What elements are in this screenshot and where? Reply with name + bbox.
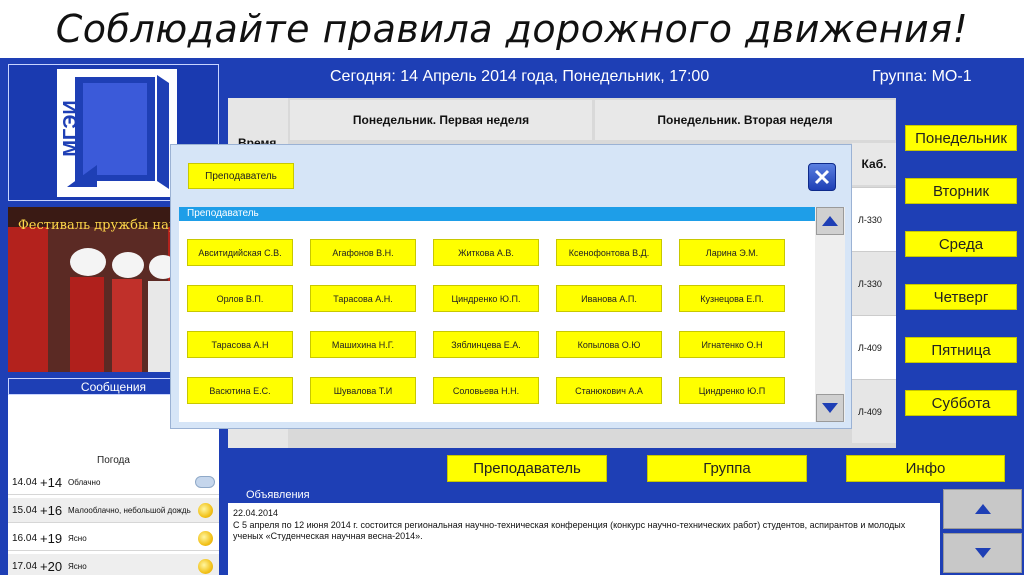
week1-header: Понедельник. Первая неделя — [290, 100, 592, 140]
teacher-list-scroll-up-button[interactable] — [816, 207, 844, 235]
weather-row: 16.04 +19 Ясно — [8, 526, 219, 551]
weather-date: 15.04 — [12, 504, 38, 516]
university-logo: МГЭИ — [57, 69, 177, 197]
room-column: Каб. Л-330 Л-330 Л-409 Л-409 — [852, 143, 896, 448]
weather-date: 16.04 — [12, 532, 38, 544]
arrow-down-icon — [822, 403, 838, 413]
cloud-icon — [194, 472, 216, 492]
teacher-list-scrollbar[interactable] — [815, 207, 845, 422]
teacher-item[interactable]: Орлов В.П. — [187, 285, 293, 312]
teacher-item[interactable]: Копылова О.Ю — [556, 331, 662, 358]
weather-date: 14.04 — [12, 476, 38, 488]
announcements-panel: Объявления 22.04.2014 С 5 апреля по 12 и… — [228, 488, 940, 575]
dialog-teacher-button[interactable]: Преподаватель — [188, 163, 294, 189]
day-button-wednesday[interactable]: Среда — [905, 231, 1017, 257]
weather-temp: +19 — [40, 530, 63, 546]
weather-temp: +16 — [40, 502, 63, 518]
photo-caption: Фестиваль дружбы народ — [18, 218, 193, 233]
safety-banner: Соблюдайте правила дорожного движения! — [0, 0, 1024, 58]
teacher-item[interactable]: Авситидийская С.В. — [187, 239, 293, 266]
group-button[interactable]: Группа — [647, 455, 807, 482]
teacher-item[interactable]: Шувалова Т.И — [310, 377, 416, 404]
info-button[interactable]: Инфо — [846, 455, 1005, 482]
weather-row: 15.04 +16 Малооблачно, небольшой дождь — [8, 498, 219, 523]
teacher-item[interactable]: Житкова А.В. — [433, 239, 539, 266]
room-cell: Л-330 — [852, 251, 896, 315]
weather-title: Погода — [97, 455, 130, 466]
sun-icon — [194, 556, 216, 575]
teacher-item[interactable]: Зяблинцева Е.А. — [433, 331, 539, 358]
week2-header: Понедельник. Вторая неделя — [595, 100, 895, 140]
teacher-item[interactable]: Иванова А.П. — [556, 285, 662, 312]
teacher-list: Преподаватель Авситидийская С.В. Агафоно… — [179, 207, 815, 422]
sun-cloud-icon — [194, 500, 216, 520]
banner-text: Соблюдайте правила дорожного движения! — [55, 7, 969, 51]
teacher-item[interactable]: Ларина Э.М. — [679, 239, 785, 266]
weather-row: 14.04 +14 Облачно — [8, 470, 219, 495]
teacher-item[interactable]: Агафонов В.Н. — [310, 239, 416, 266]
weather-temp: +20 — [40, 558, 63, 574]
day-button-saturday[interactable]: Суббота — [905, 390, 1017, 416]
weather-date: 17.04 — [12, 560, 38, 572]
teacher-list-scroll-down-button[interactable] — [816, 394, 844, 422]
day-button-friday[interactable]: Пятница — [905, 337, 1017, 363]
teacher-item[interactable]: Станюкович А.А — [556, 377, 662, 404]
day-button-thursday[interactable]: Четверг — [905, 284, 1017, 310]
teacher-item[interactable]: Циндренко Ю.П — [679, 377, 785, 404]
announcements-scroll-up-button[interactable] — [943, 489, 1022, 529]
announcement-date: 22.04.2014 — [233, 508, 279, 518]
arrow-up-icon — [974, 504, 991, 514]
room-cell: Л-409 — [852, 315, 896, 379]
teacher-item[interactable]: Ксенофонтова В.Д. — [556, 239, 662, 266]
today-label: Сегодня: 14 Апрель 2014 года, Понедельни… — [330, 68, 710, 85]
announcement-text: С 5 апреля по 12 июня 2014 г. состоится … — [233, 520, 906, 541]
announcements-title: Объявления — [228, 488, 940, 503]
close-icon — [814, 169, 830, 185]
arrow-down-icon — [974, 548, 991, 558]
announcements-scroll-down-button[interactable] — [943, 533, 1022, 573]
room-cell: Л-409 — [852, 379, 896, 443]
arrow-up-icon — [822, 216, 838, 226]
weather-row: 17.04 +20 Ясно — [8, 554, 219, 575]
weather-desc: Ясно — [68, 561, 87, 571]
room-cell: Л-330 — [852, 187, 896, 251]
logo-text: МГЭИ — [59, 100, 82, 157]
teacher-list-header: Преподаватель — [179, 207, 815, 221]
teacher-item[interactable]: Машихина Н.Г. — [310, 331, 416, 358]
teacher-button[interactable]: Преподаватель — [447, 455, 607, 482]
teacher-select-dialog: Преподаватель Преподаватель Авситидийска… — [170, 144, 852, 429]
weather-desc: Малооблачно, небольшой дождь — [68, 505, 191, 515]
sun-icon — [194, 528, 216, 548]
close-button[interactable] — [808, 163, 836, 191]
day-button-tuesday[interactable]: Вторник — [905, 178, 1017, 204]
weather-temp: +14 — [40, 474, 63, 490]
teacher-item[interactable]: Васютина Е.С. — [187, 377, 293, 404]
teacher-item[interactable]: Тарасова А.Н — [187, 331, 293, 358]
weather-desc: Ясно — [68, 533, 87, 543]
room-column-header: Каб. — [852, 143, 896, 185]
weather-desc: Облачно — [68, 477, 101, 487]
teacher-item[interactable]: Циндренко Ю.П. — [433, 285, 539, 312]
day-button-monday[interactable]: Понедельник — [905, 125, 1017, 151]
teacher-item[interactable]: Игнатенко О.Н — [679, 331, 785, 358]
teacher-item[interactable]: Соловьева Н.Н. — [433, 377, 539, 404]
teacher-item[interactable]: Кузнецова Е.П. — [679, 285, 785, 312]
group-label: Группа: МО-1 — [872, 68, 972, 85]
teacher-item[interactable]: Тарасова А.Н. — [310, 285, 416, 312]
